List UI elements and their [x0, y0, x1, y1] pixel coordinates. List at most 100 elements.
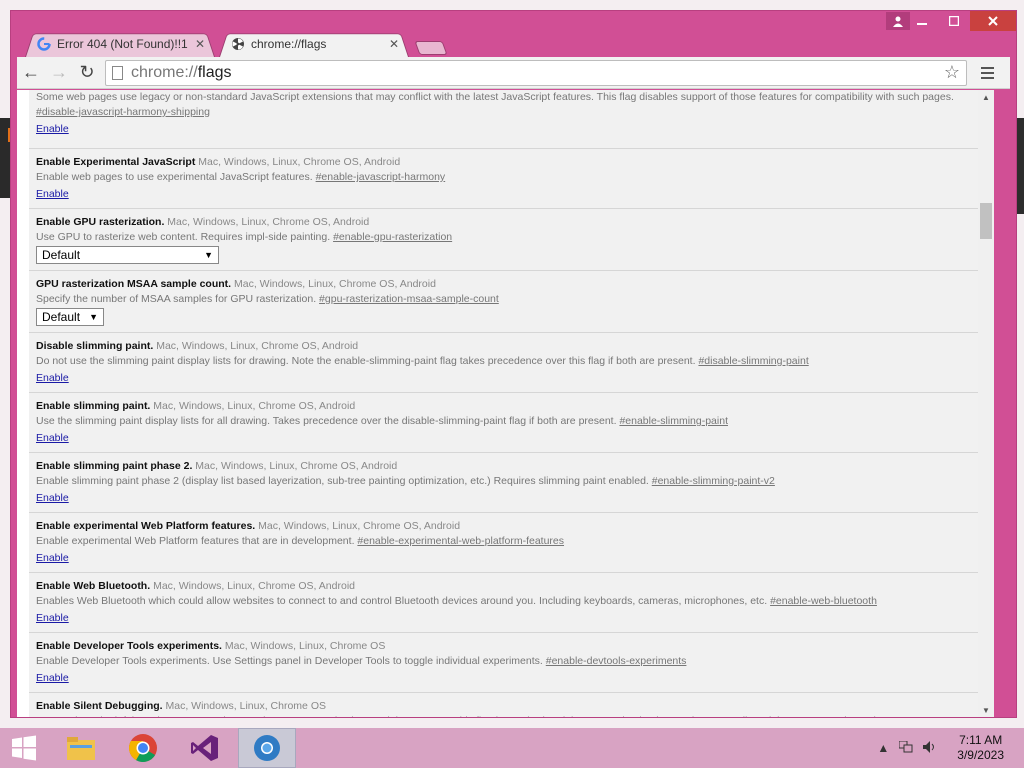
flag-name: Enable Web Bluetooth. — [36, 580, 151, 592]
flag-name: Enable slimming paint. — [36, 400, 151, 412]
chrome-canary-icon[interactable] — [238, 728, 296, 768]
tab-strip: Error 404 (Not Found)!!1 ✕ chrome://flag… — [25, 31, 448, 57]
minimize-icon[interactable] — [906, 11, 938, 31]
flag-item: Enable slimming paint phase 2. Mac, Wind… — [29, 453, 979, 513]
system-tray: ▲ 7:11 AM 3/9/2023 — [877, 728, 1024, 768]
page-content: Some web pages use legacy or non-standar… — [17, 90, 994, 717]
flag-platforms: Mac, Windows, Linux, Chrome OS, Android — [198, 156, 401, 168]
flag-platforms: Mac, Windows, Linux, Chrome OS — [224, 640, 386, 652]
flag-platforms: Mac, Windows, Linux, Chrome OS, Android — [234, 278, 436, 290]
flag-name: Enable experimental Web Platform feature… — [36, 520, 256, 532]
flag-anchor-link[interactable]: #enable-devtools-experiments — [546, 655, 687, 667]
close-icon[interactable] — [970, 11, 1016, 31]
flag-name: Enable slimming paint phase 2. — [36, 460, 193, 472]
tab-title: chrome://flags — [251, 37, 327, 51]
address-bar[interactable]: chrome:// flags ☆ — [105, 59, 967, 86]
flag-item: Disable slimming paint. Mac, Windows, Li… — [29, 333, 979, 393]
new-tab-button[interactable] — [414, 41, 448, 55]
maximize-icon[interactable] — [938, 11, 970, 31]
flag-item: Enable Web Bluetooth. Mac, Windows, Linu… — [29, 573, 979, 633]
reload-icon[interactable]: ↻ — [73, 59, 101, 87]
forward-icon[interactable]: → — [45, 59, 73, 87]
flag-item: Enable slimming paint. Mac, Windows, Lin… — [29, 393, 979, 453]
page-icon — [112, 65, 123, 80]
scroll-down-icon[interactable]: ▼ — [978, 703, 994, 717]
flag-name: Enable GPU rasterization. — [36, 216, 165, 228]
flag-description: Use the slimming paint display lists for… — [36, 415, 617, 427]
flag-anchor-link[interactable]: #enable-slimming-paint — [619, 415, 728, 427]
flag-enable-link[interactable]: Enable — [36, 551, 69, 566]
flag-platforms: Mac, Windows, Linux, Chrome OS, Android — [167, 216, 370, 228]
google-g-icon — [37, 37, 51, 51]
flag-enable-link[interactable]: Enable — [36, 611, 69, 626]
flag-select[interactable]: Default ▼ — [36, 246, 219, 264]
flag-item: Enable experimental Web Platform feature… — [29, 513, 979, 573]
flag-anchor-link[interactable]: #enable-javascript-harmony — [316, 171, 446, 183]
flag-description: Do not use the slimming paint display li… — [36, 355, 696, 367]
flag-description: Enable web pages to use experimental Jav… — [36, 171, 313, 183]
flag-description: Enable Developer Tools experiments. Use … — [36, 655, 543, 667]
url-scheme: chrome:// — [131, 63, 198, 81]
scroll-thumb[interactable] — [980, 203, 992, 239]
tray-chevron-up-icon[interactable]: ▲ — [877, 741, 889, 755]
bookmark-star-icon[interactable]: ☆ — [944, 62, 960, 83]
flag-anchor-link[interactable]: #enable-web-bluetooth — [770, 595, 877, 607]
flag-anchor-link[interactable]: #silent-debugger-extension-api — [732, 715, 876, 717]
chrome-menu-icon[interactable] — [973, 59, 1001, 87]
flag-item: Enable GPU rasterization. Mac, Windows, … — [29, 209, 979, 271]
flag-description: Do not show the infobar when an extensio… — [36, 715, 729, 717]
flag-platforms: Mac, Windows, Linux, Chrome OS, Android — [258, 520, 461, 532]
flag-item: GPU rasterization MSAA sample count. Mac… — [29, 271, 979, 333]
flag-anchor-link[interactable]: #gpu-rasterization-msaa-sample-count — [319, 293, 499, 305]
experiment-flask-icon — [231, 37, 245, 51]
tab-close-icon[interactable]: ✕ — [389, 37, 399, 51]
visual-studio-icon[interactable] — [176, 728, 234, 768]
flag-enable-link[interactable]: Enable — [36, 187, 69, 202]
windows-start-icon[interactable] — [0, 728, 48, 768]
volume-icon[interactable] — [923, 740, 937, 756]
flag-name: Enable Silent Debugging. — [36, 700, 163, 712]
url-host: flags — [197, 63, 232, 81]
flag-platforms: Mac, Windows, Linux, Chrome OS, Android — [153, 580, 355, 592]
tab-close-icon[interactable]: ✕ — [195, 37, 205, 51]
flag-item: Enable Experimental JavaScript Mac, Wind… — [29, 149, 979, 209]
flag-item: Some web pages use legacy or non-standar… — [29, 90, 979, 149]
flag-anchor-link[interactable]: #disable-javascript-harmony-shipping — [36, 106, 210, 118]
flag-platforms: Mac, Windows, Linux, Chrome OS, Android — [153, 400, 356, 412]
scroll-up-icon[interactable]: ▲ — [978, 90, 994, 104]
flag-anchor-link[interactable]: #enable-experimental-web-platform-featur… — [357, 535, 564, 547]
clock-date: 3/9/2023 — [957, 748, 1004, 762]
flag-select-value: Default — [42, 309, 81, 324]
flag-anchor-link[interactable]: #disable-slimming-paint — [698, 355, 808, 367]
network-icon[interactable] — [898, 740, 913, 756]
chrome-icon[interactable] — [114, 728, 172, 768]
flag-select[interactable]: Default ▼ — [36, 308, 104, 326]
clock-time: 7:11 AM — [959, 733, 1003, 747]
clock[interactable]: 7:11 AM 3/9/2023 — [957, 733, 1004, 763]
tab-error-404[interactable]: Error 404 (Not Found)!!1 ✕ — [25, 31, 215, 57]
flag-name: Enable Experimental JavaScript — [36, 156, 196, 168]
chevron-down-icon: ▼ — [204, 249, 213, 260]
flag-enable-link[interactable]: Enable — [36, 371, 69, 386]
flag-platforms: Mac, Windows, Linux, Chrome OS, Android — [156, 340, 359, 352]
flag-name: Enable Developer Tools experiments. — [36, 640, 222, 652]
chevron-down-icon: ▼ — [89, 311, 98, 322]
flag-enable-link[interactable]: Enable — [36, 491, 69, 506]
flag-description-text: Some web pages use legacy or non-standar… — [36, 91, 954, 103]
flag-enable-link[interactable]: Enable — [36, 671, 69, 686]
tab-chrome-flags[interactable]: chrome://flags ✕ — [219, 31, 409, 57]
flag-description: Enables Web Bluetooth which could allow … — [36, 595, 768, 607]
flag-enable-link[interactable]: Enable — [36, 431, 69, 446]
window-caption-buttons — [906, 11, 1016, 31]
flag-anchor-link[interactable]: #enable-slimming-paint-v2 — [652, 475, 775, 487]
tab-title: Error 404 (Not Found)!!1 — [57, 37, 188, 51]
flag-platforms: Mac, Windows, Linux, Chrome OS, Android — [195, 460, 398, 472]
file-explorer-icon[interactable] — [52, 728, 110, 768]
flag-anchor-link[interactable]: #enable-gpu-rasterization — [333, 231, 452, 243]
back-icon[interactable]: ← — [17, 59, 45, 87]
flag-description: Use GPU to rasterize web content. Requir… — [36, 231, 331, 243]
flags-list: Some web pages use legacy or non-standar… — [29, 90, 979, 717]
vertical-scrollbar[interactable]: ▲ ▼ — [978, 90, 994, 717]
flag-enable-link[interactable]: Enable — [36, 122, 69, 137]
flag-description: Some web pages use legacy or non-standar… — [36, 90, 973, 105]
